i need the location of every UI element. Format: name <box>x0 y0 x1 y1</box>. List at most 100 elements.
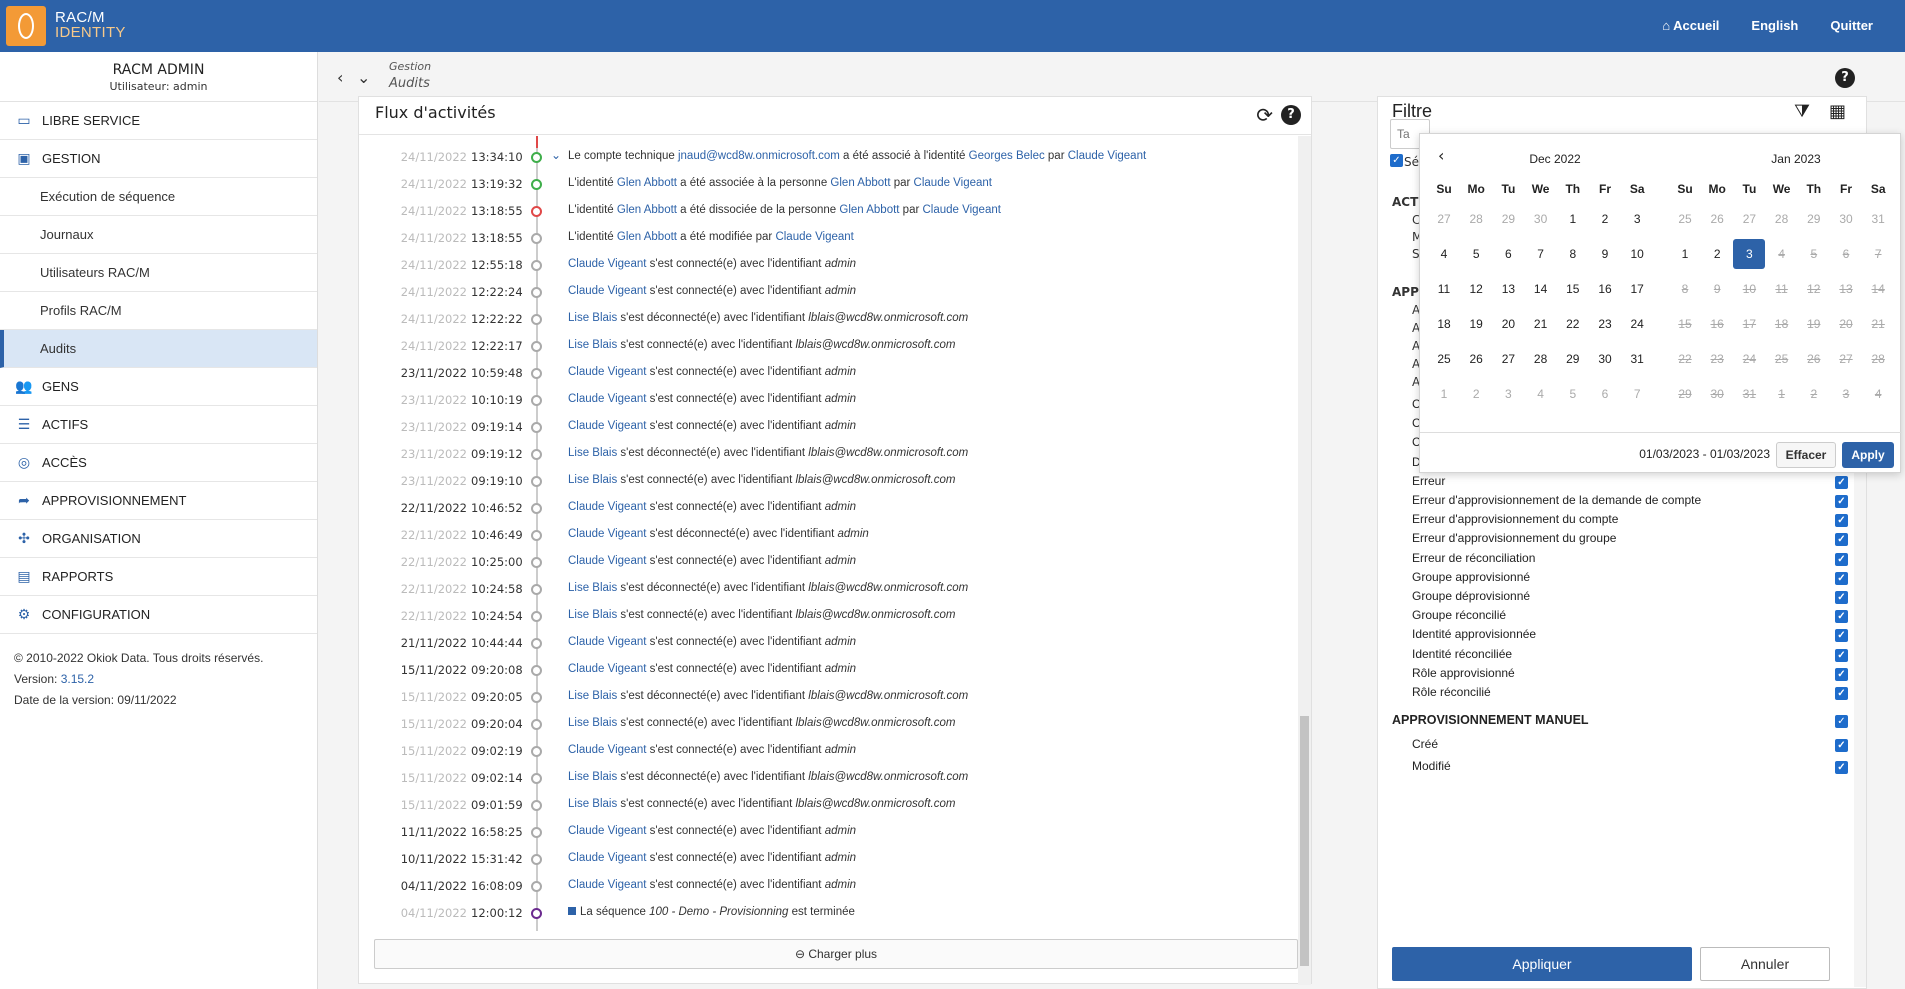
activity-link[interactable]: Lise Blais <box>568 474 617 486</box>
activity-link[interactable]: Lise Blais <box>568 771 617 783</box>
calendar-day[interactable]: 29 <box>1492 204 1524 234</box>
version-link[interactable]: 3.15.2 <box>61 672 94 686</box>
sidebar-item-approvisionnement[interactable]: ➦ APPROVISIONNEMENT <box>0 482 317 520</box>
calendar-day[interactable]: 30 <box>1830 204 1862 234</box>
activity-link[interactable]: Claude Vigeant <box>568 528 646 540</box>
help-icon[interactable]: ? <box>1835 68 1855 88</box>
calendar-day[interactable]: 6 <box>1492 239 1524 269</box>
calendar-day[interactable]: 26 <box>1701 204 1733 234</box>
filter-option[interactable]: Groupe déprovisionné ✓ <box>1412 589 1848 609</box>
filter-option[interactable]: Erreur de réconciliation ✓ <box>1412 551 1848 571</box>
calendar-day[interactable]: 3 <box>1621 204 1653 234</box>
filter-checkbox[interactable]: ✓ <box>1835 591 1848 604</box>
calendar-day[interactable]: 1 <box>1428 379 1460 409</box>
sidebar-sub-profils[interactable]: Profils RAC/M <box>0 292 317 330</box>
sidebar-sub-audits[interactable]: Audits <box>0 330 317 368</box>
quit-link[interactable]: Quitter <box>1830 18 1873 33</box>
sidebar-item-gestion[interactable]: ▣ GESTION <box>0 140 317 178</box>
calendar-day[interactable]: 31 <box>1862 204 1894 234</box>
calendar-day[interactable]: 20 <box>1492 309 1524 339</box>
chevron-down-icon[interactable]: ⌄ <box>551 148 561 162</box>
load-more-button[interactable]: ⊖ Charger plus <box>374 939 1298 969</box>
calendar-day[interactable]: 14 <box>1525 274 1557 304</box>
filter-option[interactable]: Groupe approvisionné ✓ <box>1412 570 1848 590</box>
filter-checkbox[interactable]: ✓ <box>1835 552 1848 566</box>
activity-link[interactable]: Claude Vigeant <box>923 204 1001 216</box>
calendar-day[interactable]: 24 <box>1621 309 1653 339</box>
calendar-day[interactable]: 31 <box>1621 344 1653 374</box>
activity-link[interactable]: Claude Vigeant <box>568 258 646 270</box>
refresh-icon[interactable]: ⟳ <box>1256 103 1273 127</box>
calendar-day[interactable]: 16 <box>1589 274 1621 304</box>
filter-option[interactable]: Identité approvisionnée ✓ <box>1412 627 1848 647</box>
filter-checkbox[interactable]: ✓ <box>1835 533 1848 547</box>
activity-link[interactable]: Claude Vigeant <box>1068 150 1146 162</box>
activity-link[interactable]: Claude Vigeant <box>568 501 646 513</box>
sidebar-item-libre-service[interactable]: ▭ LIBRE SERVICE <box>0 102 317 140</box>
calendar-day[interactable]: 4 <box>1428 239 1460 269</box>
activity-link[interactable]: Claude Vigeant <box>568 366 646 378</box>
filter-option[interactable]: Erreur d'approvisionnement de la demande… <box>1412 493 1848 513</box>
activity-link[interactable]: Lise Blais <box>568 312 617 324</box>
calendar-day[interactable]: 4 <box>1525 379 1557 409</box>
activity-link[interactable]: Claude Vigeant <box>568 285 646 297</box>
filter-option[interactable]: Identité réconciliée ✓ <box>1412 647 1848 667</box>
activity-link[interactable]: jnaud@wcd8w.onmicrosoft.com <box>678 150 840 162</box>
filter-checkbox[interactable]: ✓ <box>1835 514 1848 528</box>
activity-link[interactable]: Glen Abbott <box>617 231 677 243</box>
filter-option[interactable]: Groupe réconcilié ✓ <box>1412 608 1848 628</box>
activity-link[interactable]: Glen Abbott <box>830 177 890 189</box>
calendar-day[interactable]: 27 <box>1492 344 1524 374</box>
filter-option[interactable]: Rôle approvisionné ✓ <box>1412 666 1848 686</box>
calendar-day[interactable]: 7 <box>1621 379 1653 409</box>
activity-link[interactable]: Claude Vigeant <box>568 744 646 756</box>
calendar-day[interactable]: 28 <box>1766 204 1798 234</box>
calendar-day[interactable]: 25 <box>1428 344 1460 374</box>
filter-option[interactable]: Modifié ✓ <box>1412 759 1848 779</box>
activity-link[interactable]: Claude Vigeant <box>568 852 646 864</box>
calendar-day[interactable]: 2 <box>1460 379 1492 409</box>
sidebar-item-gens[interactable]: 👥 GENS <box>0 368 317 406</box>
calendar-day[interactable]: 5 <box>1460 239 1492 269</box>
activity-link[interactable]: Claude Vigeant <box>568 636 646 648</box>
filter-checkbox[interactable]: ✓ <box>1835 739 1848 752</box>
calendar-day[interactable]: 5 <box>1557 379 1589 409</box>
filter-icon[interactable]: ⧩ <box>1794 101 1810 122</box>
calendar-day[interactable]: 6 <box>1589 379 1621 409</box>
chevron-left-icon[interactable]: ‹ <box>337 68 343 87</box>
calendar-day[interactable]: 15 <box>1557 274 1589 304</box>
calendar-day[interactable]: 26 <box>1460 344 1492 374</box>
activity-link[interactable]: Claude Vigeant <box>568 825 646 837</box>
activity-link[interactable]: Lise Blais <box>568 690 617 702</box>
sidebar-sub-execution[interactable]: Exécution de séquence <box>0 178 317 216</box>
cancel-button[interactable]: Annuler <box>1700 947 1830 981</box>
calendar-day[interactable]: 2 <box>1589 204 1621 234</box>
calendar-day[interactable]: 18 <box>1428 309 1460 339</box>
sidebar-item-organisation[interactable]: ✣ ORGANISATION <box>0 520 317 558</box>
calendar-day[interactable]: 10 <box>1621 239 1653 269</box>
activity-link[interactable]: Lise Blais <box>568 609 617 621</box>
calendar-day[interactable]: 19 <box>1460 309 1492 339</box>
filter-checkbox[interactable]: ✓ <box>1835 687 1848 700</box>
help-icon[interactable]: ? <box>1281 105 1301 125</box>
activity-link[interactable]: Glen Abbott <box>617 204 677 216</box>
activity-scrollbar[interactable] <box>1298 136 1311 985</box>
calendar-day[interactable]: 8 <box>1557 239 1589 269</box>
filter-option[interactable]: Erreur d'approvisionnement du groupe ✓ <box>1412 531 1848 551</box>
sidebar-sub-journaux[interactable]: Journaux <box>0 216 317 254</box>
scrollbar-thumb[interactable] <box>1300 716 1309 966</box>
sidebar-item-configuration[interactable]: ⚙ CONFIGURATION <box>0 596 317 634</box>
activity-link[interactable]: Glen Abbott <box>839 204 899 216</box>
filter-option[interactable]: Erreur d'approvisionnement du compte ✓ <box>1412 512 1848 532</box>
sidebar-item-actifs[interactable]: ☰ ACTIFS <box>0 406 317 444</box>
activity-link[interactable]: Claude Vigeant <box>914 177 992 189</box>
activity-link[interactable]: Georges Belec <box>969 150 1045 162</box>
calendar-day[interactable]: 29 <box>1798 204 1830 234</box>
clear-button[interactable]: Effacer <box>1776 442 1836 468</box>
filter-checkbox[interactable]: ✓ <box>1835 629 1848 643</box>
sidebar-item-acces[interactable]: ◎ ACCÈS <box>0 444 317 482</box>
filter-checkbox[interactable]: ✓ <box>1835 475 1848 489</box>
apply-button[interactable]: Appliquer <box>1392 947 1692 981</box>
activity-link[interactable]: Lise Blais <box>568 447 617 459</box>
calendar-day[interactable]: 23 <box>1589 309 1621 339</box>
